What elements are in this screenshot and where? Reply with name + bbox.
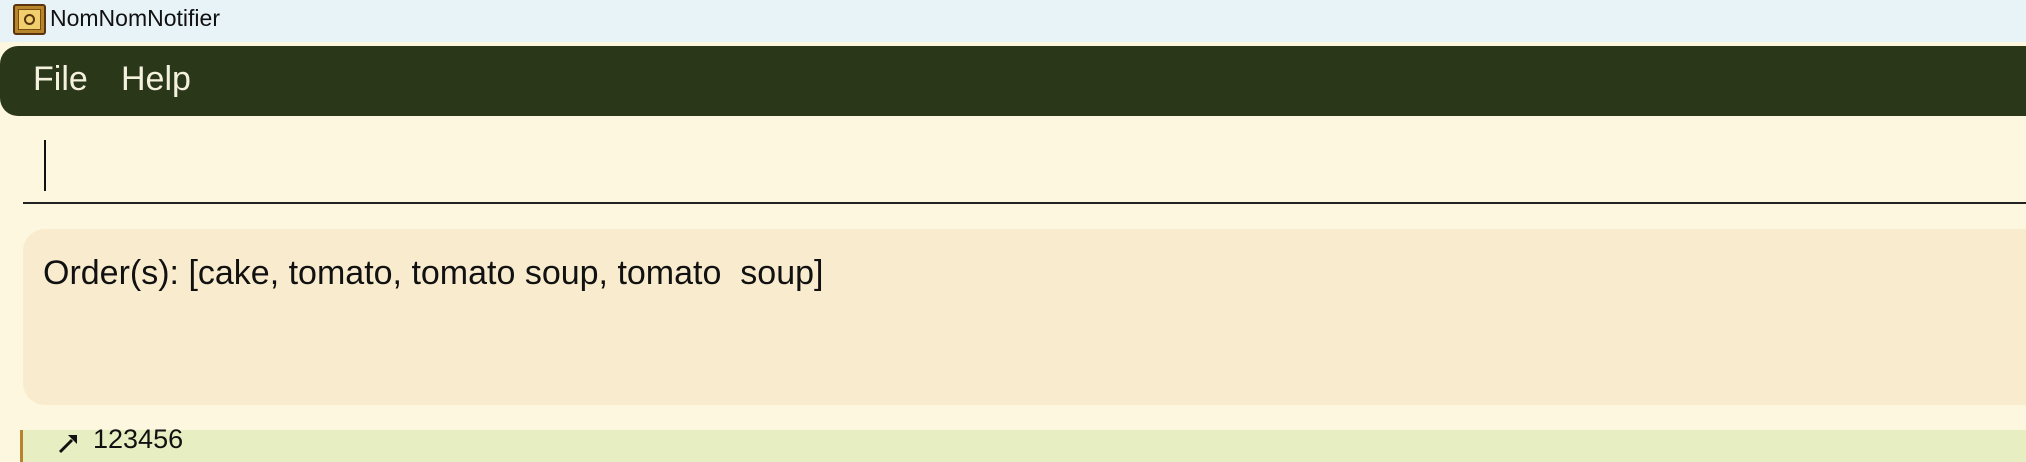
command-input[interactable] — [23, 122, 2026, 204]
menu-help[interactable]: Help — [121, 60, 191, 99]
menu-bar: File Help — [0, 46, 2026, 116]
book-icon — [13, 4, 46, 35]
phone-number: 123456 — [93, 424, 184, 454]
phone-pin-icon — [58, 435, 77, 454]
result-message: Order(s): [cake, tomato, tomato soup, to… — [43, 254, 824, 292]
menu-file[interactable]: File — [33, 60, 88, 99]
result-display: Order(s): [cake, tomato, tomato soup, to… — [23, 229, 2026, 405]
app-title: NomNomNotifier — [50, 5, 220, 31]
window-titlebar: NomNomNotifier — [0, 0, 2026, 42]
text-caret — [44, 140, 46, 191]
list-item[interactable]: 123456 — [20, 424, 2026, 462]
